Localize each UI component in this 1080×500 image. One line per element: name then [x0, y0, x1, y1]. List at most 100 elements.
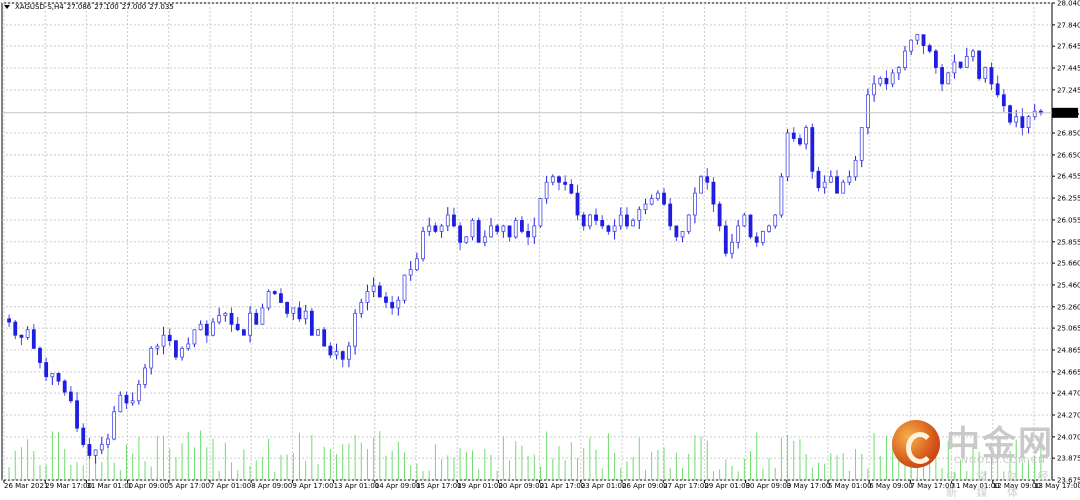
candle-body	[279, 293, 283, 303]
candle-body	[847, 176, 852, 183]
candle-body	[859, 127, 864, 161]
collapse-triangle-icon[interactable]	[4, 5, 10, 9]
candle-body	[322, 329, 327, 347]
candle-body	[674, 225, 679, 238]
candle-body	[563, 181, 568, 185]
candle-body	[989, 67, 994, 85]
watermark-en: CNGOLD.COM.CN	[954, 456, 1046, 466]
x-tick-label: 29 Apr 01:00	[704, 482, 750, 490]
candle-body	[606, 225, 611, 232]
candle-body	[235, 323, 240, 331]
candle-body	[964, 56, 969, 68]
candle-body	[594, 214, 598, 221]
candle-body	[569, 184, 574, 194]
candle-body	[377, 285, 382, 298]
candle-body	[501, 225, 506, 232]
candle-body	[421, 230, 425, 260]
candle-body	[106, 438, 110, 445]
candle-body	[198, 323, 203, 331]
candle-body	[414, 258, 419, 271]
candle-body	[458, 225, 463, 243]
candle-body	[686, 214, 691, 232]
y-tick-label: 26.650	[1057, 151, 1080, 159]
candle-body	[62, 380, 67, 393]
candle-body	[587, 214, 592, 227]
candle-body	[798, 138, 802, 145]
x-tick-label: 15 Apr 17:00	[416, 482, 462, 490]
x-tick-label: 30 Apr 09:00	[746, 482, 792, 490]
candle-body	[730, 241, 734, 254]
candle-body	[303, 310, 308, 320]
candle-body	[637, 209, 642, 221]
y-tick-label: 26.055	[1057, 216, 1080, 224]
candle-body	[118, 394, 123, 413]
candle-body	[180, 347, 184, 358]
candle-body	[995, 83, 1000, 96]
candle-body	[87, 444, 92, 456]
candle-body	[340, 351, 345, 360]
candle-body	[272, 291, 277, 295]
close-value: 27.035	[149, 3, 174, 11]
candle-body	[693, 192, 697, 216]
candle-body	[1008, 105, 1012, 123]
y-tick-label: 25.660	[1057, 260, 1080, 268]
candle-body	[742, 214, 747, 227]
candle-body	[705, 176, 710, 183]
candle-body	[1032, 110, 1037, 118]
y-tick-label: 26.850	[1057, 130, 1080, 138]
candle-body	[328, 345, 333, 356]
candle-body	[526, 230, 530, 238]
candle-body	[13, 321, 18, 336]
candle-body	[297, 307, 302, 320]
x-tick-label: 21 Apr 17:00	[540, 482, 586, 490]
candle-body	[878, 78, 883, 85]
candle-body	[99, 444, 104, 451]
candle-body	[520, 220, 524, 232]
candle-body	[952, 61, 957, 74]
candle-body	[390, 302, 395, 309]
candle-body	[625, 214, 629, 227]
candle-body	[186, 343, 191, 349]
candle-body	[816, 170, 821, 189]
y-tick-label: 25.460	[1057, 281, 1080, 289]
candle-body	[174, 340, 178, 358]
candle-body	[884, 78, 889, 85]
x-tick-label: 9 Apr 17:00	[292, 482, 333, 490]
x-tick-label: 20 Apr 09:00	[498, 482, 544, 490]
candle-body	[835, 176, 839, 194]
candle-body	[662, 192, 666, 205]
x-tick-label: 14 Apr 09:00	[375, 482, 421, 490]
candle-body	[56, 373, 61, 382]
candle-body	[723, 225, 728, 254]
candle-body	[804, 127, 809, 145]
candle-body	[316, 329, 320, 336]
candle-body	[470, 220, 475, 238]
x-tick-label: 23 Apr 01:00	[581, 482, 627, 490]
candle-body	[872, 83, 876, 96]
candle-body	[93, 449, 98, 456]
candle-body	[866, 94, 870, 128]
candle-body	[643, 203, 648, 210]
candle-body	[7, 318, 11, 323]
candle-body	[736, 225, 741, 243]
candle-body	[112, 411, 117, 440]
x-tick-label: 19 Apr 01:00	[457, 482, 503, 490]
candle-body	[266, 291, 271, 309]
candle-body	[241, 329, 246, 336]
candle-body	[1026, 116, 1031, 128]
candle-body	[445, 214, 450, 227]
y-tick-label: 28.040	[1057, 0, 1080, 8]
candle-body	[896, 67, 901, 74]
candle-body	[211, 321, 215, 336]
candle-body	[748, 214, 753, 238]
candle-body	[130, 400, 135, 404]
x-tick-label: 27 Apr 17:00	[663, 482, 709, 490]
candle-body	[223, 312, 228, 316]
candle-body	[427, 225, 432, 232]
candle-body	[433, 225, 438, 232]
candle-body	[933, 50, 938, 68]
x-tick-label: 8 Apr 09:00	[251, 482, 292, 490]
x-tick-label: 5 Apr 17:00	[169, 482, 210, 490]
candle-body	[581, 214, 586, 227]
x-tick-label: 3 May 17:00	[787, 482, 831, 490]
